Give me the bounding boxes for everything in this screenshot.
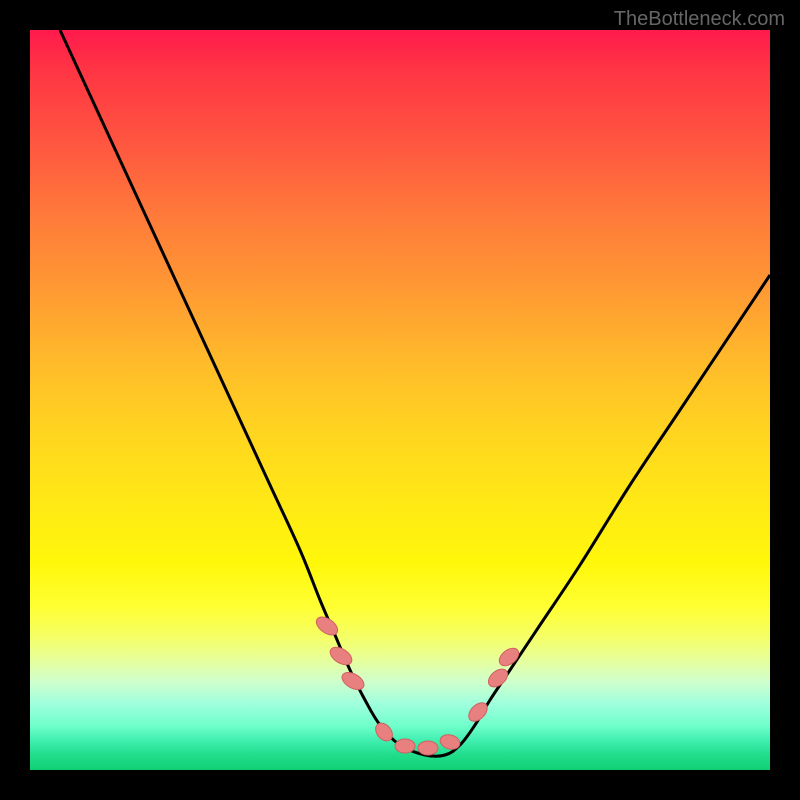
watermark-text: TheBottleneck.com bbox=[614, 8, 785, 31]
chart-gradient-background bbox=[30, 30, 770, 770]
curve-line bbox=[60, 30, 770, 756]
marker-beads-group bbox=[313, 613, 522, 755]
marker-bead bbox=[496, 645, 522, 670]
marker-bead bbox=[418, 741, 438, 755]
main-curve-path bbox=[60, 30, 770, 756]
marker-bead bbox=[339, 669, 367, 693]
marker-bead bbox=[395, 739, 415, 753]
chart-svg bbox=[30, 30, 770, 770]
